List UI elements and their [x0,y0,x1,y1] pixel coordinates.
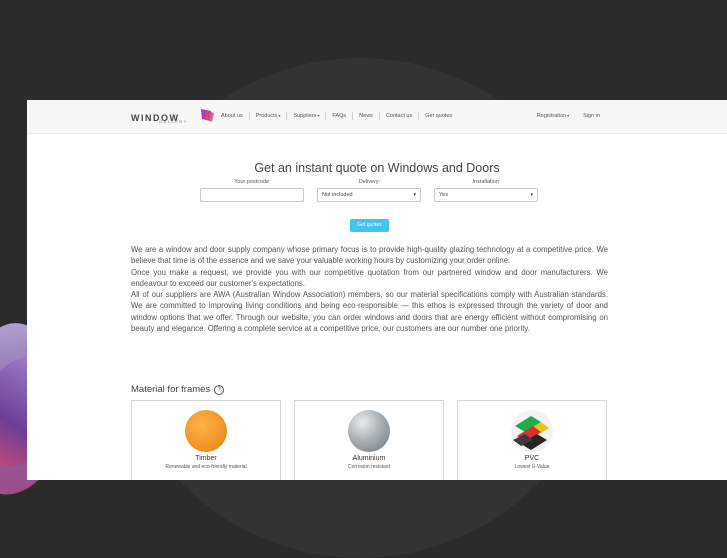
material-name: PVC [524,455,540,462]
sign-in-link[interactable]: Sign in [576,112,607,120]
registration-dropdown[interactable]: Registration▾ [530,112,576,120]
nav-products[interactable]: Products▾ [248,112,287,120]
nav-account: Registration▾ Sign in [530,112,607,120]
about-paragraph-1: We are a window and door supply company … [131,245,608,266]
nav-about-us[interactable]: About us [215,112,249,120]
nav-faqs[interactable]: FAQs [325,112,352,120]
installation-value: Yes [439,192,448,198]
material-card-aluminium[interactable]: Aluminium Corrosion resistant [294,400,444,480]
delivery-select[interactable]: Not included ▾ [317,188,421,202]
delivery-label: Delivery: [358,179,381,185]
nav-suppliers-label: Suppliers [293,113,317,119]
material-description: Corrosion resistant [348,464,390,470]
material-card-pvc[interactable]: PVC Lowest U-Value [457,400,607,480]
material-description: Renewable and eco-friendly material [165,464,247,470]
get-quotes-button[interactable]: Get quotes [350,219,389,232]
logo[interactable]: WINDOW GALLERY [131,108,214,126]
nav-suppliers[interactable]: Suppliers▾ [286,112,325,120]
material-name: Aluminium [352,455,386,462]
chevron-down-icon: ▾ [567,113,570,118]
chevron-down-icon: ▾ [317,113,320,118]
navbar: WINDOW GALLERY About us Products▾ Suppli… [27,100,727,134]
nav-contact-us[interactable]: Contact us [378,112,418,120]
nav-get-quotes[interactable]: Get quotes [418,112,458,120]
postcode-input[interactable] [200,188,304,202]
logo-subtext: GALLERY [159,119,188,124]
select-arrow-icon: ▾ [530,192,533,198]
pvc-swatch-icon [511,410,553,452]
chevron-down-icon: ▾ [278,113,281,118]
about-paragraph-2: Once you make a request, we provide you … [131,267,608,288]
postcode-label: Your postcode: [234,179,271,185]
material-card-timber[interactable]: Timber Renewable and eco-friendly materi… [131,400,281,480]
aluminium-swatch-icon [348,410,390,452]
material-section-title: Material for frames [131,384,211,395]
nav-products-label: Products [255,113,278,119]
registration-label: Registration [536,113,567,119]
about-paragraph-3: All of our suppliers are AWA (Australian… [131,290,608,334]
about-text: We are a window and door supply company … [131,244,608,334]
help-icon[interactable]: ? [214,385,224,395]
material-description: Lowest U-Value [514,464,550,470]
nav-news[interactable]: News [352,112,379,120]
material-name: Timber [195,455,217,462]
logo-mark-icon [199,107,215,128]
timber-swatch-icon [185,410,227,452]
delivery-value: Not included [322,192,353,198]
installation-select[interactable]: Yes ▾ [434,188,538,202]
installation-label: Installation: [472,179,501,185]
nav-links: About us Products▾ Suppliers▾ FAQs News … [215,112,458,120]
website-page: WINDOW GALLERY About us Products▾ Suppli… [27,100,727,480]
select-arrow-icon: ▾ [413,192,416,198]
quote-title: Get an instant quote on Windows and Door… [254,161,500,175]
